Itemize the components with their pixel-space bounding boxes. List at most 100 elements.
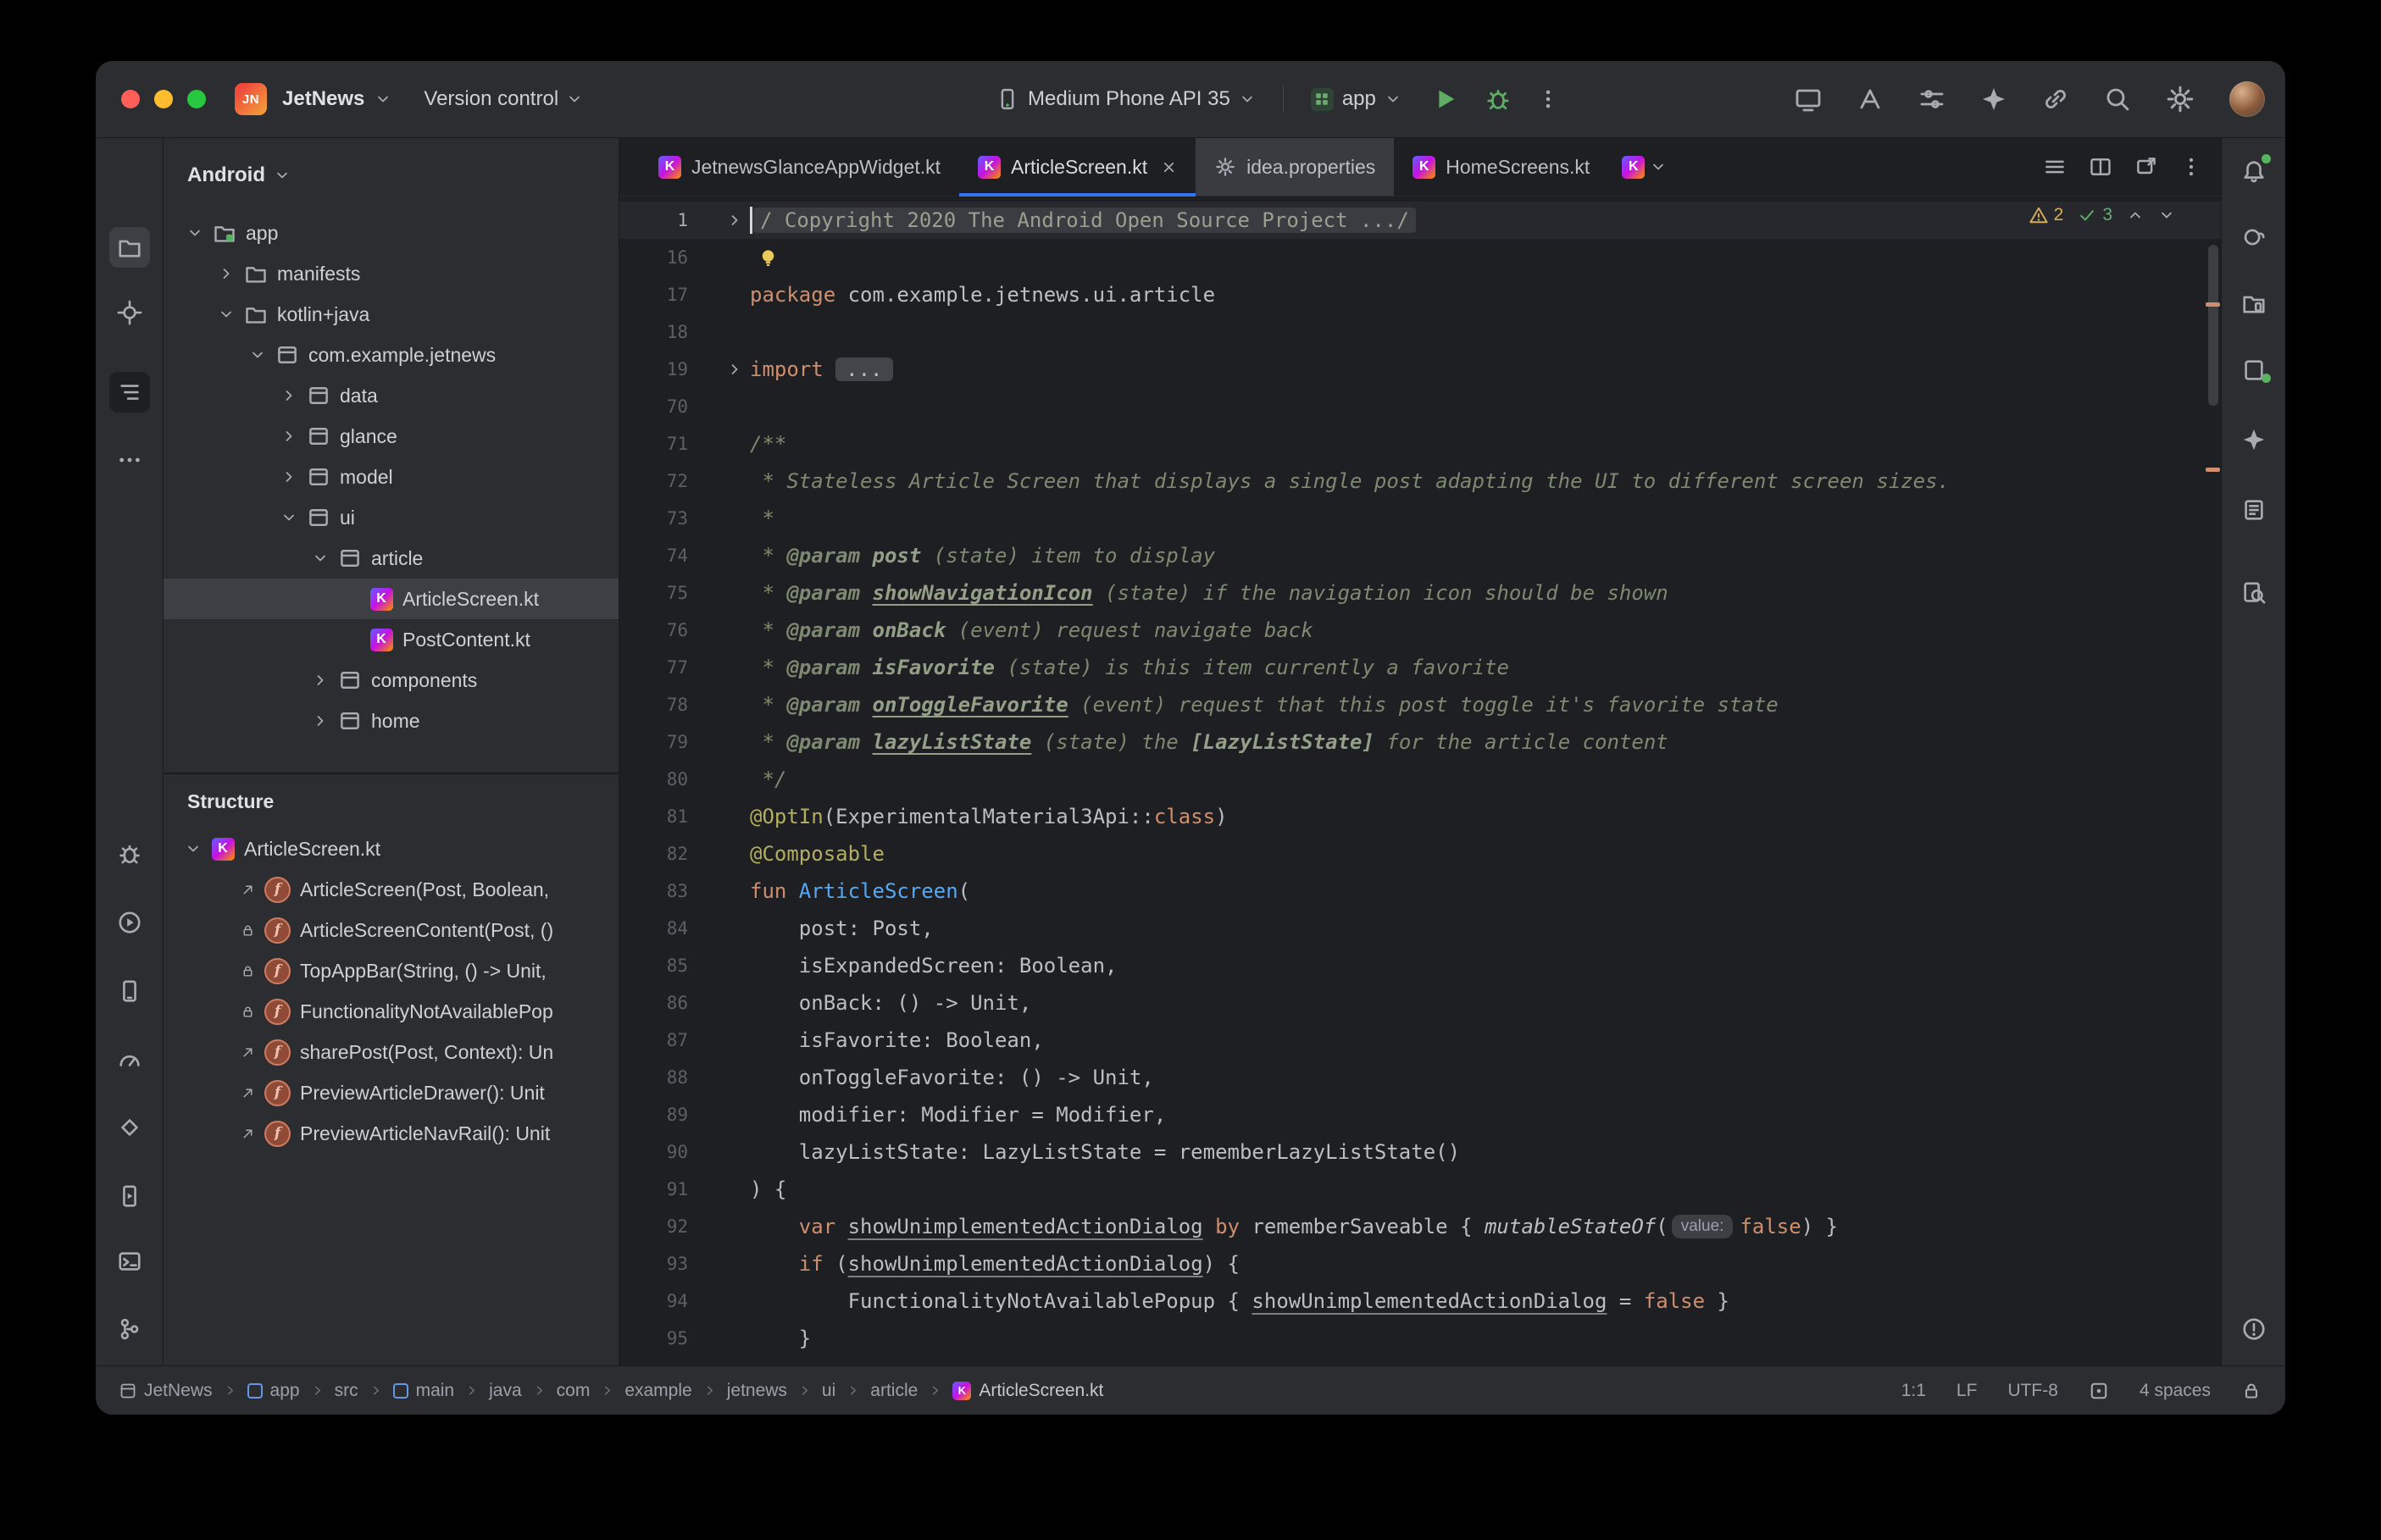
intention-bulb-icon[interactable] bbox=[757, 247, 780, 269]
editor-gutter[interactable]: 75 bbox=[619, 574, 750, 612]
chevron-right-icon[interactable] bbox=[306, 672, 335, 689]
code-editor[interactable]: 2 3 1/ Copyright 2020 The Android Open S… bbox=[619, 197, 2221, 1366]
ai-edits-icon[interactable] bbox=[2234, 490, 2274, 530]
fold-marker-icon[interactable] bbox=[726, 361, 743, 378]
structure-item[interactable]: fPreviewArticleDrawer(): Unit bbox=[164, 1072, 619, 1113]
find-usages-icon[interactable] bbox=[2234, 573, 2274, 613]
code-line-79[interactable]: 79 * @param lazyListState (state) the [L… bbox=[619, 723, 2221, 761]
code-line-88[interactable]: 88 onToggleFavorite: () -> Unit, bbox=[619, 1059, 2221, 1096]
user-avatar[interactable] bbox=[2229, 81, 2265, 117]
view-options-icon[interactable] bbox=[1918, 86, 1945, 113]
readonly-lock-icon[interactable] bbox=[2241, 1381, 2262, 1401]
tree-item-com-example-jetnews[interactable]: com.example.jetnews bbox=[164, 335, 619, 375]
chevron-right-icon[interactable] bbox=[306, 712, 335, 729]
editor-gutter[interactable]: 92 bbox=[619, 1208, 750, 1245]
chevron-right-icon[interactable] bbox=[275, 468, 303, 485]
tree-item-data[interactable]: data bbox=[164, 375, 619, 416]
code-line-76[interactable]: 76 * @param onBack (event) request navig… bbox=[619, 612, 2221, 649]
editor-tab-homescreens-kt[interactable]: KHomeScreens.kt bbox=[1394, 138, 1608, 196]
tree-item-kotlin-java[interactable]: kotlin+java bbox=[164, 294, 619, 335]
debug-button[interactable] bbox=[1485, 86, 1512, 113]
more-run-actions[interactable] bbox=[1537, 88, 1559, 110]
code-line-89[interactable]: 89 modifier: Modifier = Modifier, bbox=[619, 1096, 2221, 1133]
tab-list-icon[interactable] bbox=[2043, 155, 2067, 179]
editor-gutter[interactable]: 70 bbox=[619, 388, 750, 425]
editor-scrollbar[interactable] bbox=[2208, 245, 2218, 406]
terminal-tool-button[interactable] bbox=[109, 1241, 150, 1282]
app-quality-insights-tool-button[interactable] bbox=[109, 1107, 150, 1148]
gemini-icon[interactable] bbox=[2234, 419, 2274, 460]
breadcrumb-item-com[interactable]: com bbox=[557, 1381, 591, 1401]
bug-report-tool-button[interactable] bbox=[109, 834, 150, 874]
structure-item[interactable]: fArticleScreenContent(Post, () bbox=[164, 910, 619, 950]
breadcrumb-item-src[interactable]: src bbox=[335, 1381, 358, 1401]
breadcrumb-item-article[interactable]: article bbox=[870, 1381, 918, 1401]
project-view-selector[interactable]: Android bbox=[164, 138, 619, 213]
code-line-18[interactable]: 18 bbox=[619, 313, 2221, 351]
editor-gutter[interactable]: 95 bbox=[619, 1320, 750, 1357]
run-tool-button[interactable] bbox=[109, 902, 150, 943]
remote-link-icon[interactable] bbox=[2042, 86, 2069, 113]
run-button[interactable] bbox=[1432, 86, 1459, 113]
tree-item-ui[interactable]: ui bbox=[164, 497, 619, 538]
editor-gutter[interactable]: 80 bbox=[619, 761, 750, 798]
editor-gutter[interactable]: 76 bbox=[619, 612, 750, 649]
editor-gutter[interactable]: 83 bbox=[619, 872, 750, 910]
tree-item-app[interactable]: app bbox=[164, 213, 619, 253]
commit-tool-button[interactable] bbox=[109, 292, 150, 333]
warnings-indicator[interactable]: 2 bbox=[2029, 205, 2064, 225]
gemini-spark-icon[interactable] bbox=[1980, 86, 2007, 113]
chevron-down-icon[interactable] bbox=[212, 306, 241, 323]
tree-item-glance[interactable]: glance bbox=[164, 416, 619, 457]
tree-item-article[interactable]: article bbox=[164, 538, 619, 579]
code-line-78[interactable]: 78 * @param onToggleFavorite (event) req… bbox=[619, 686, 2221, 723]
project-tool-button[interactable] bbox=[109, 227, 150, 268]
code-line-16[interactable]: 16 bbox=[619, 239, 2221, 276]
device-mirror-icon[interactable] bbox=[1795, 86, 1822, 113]
editor-tab-articlescreen-kt[interactable]: KArticleScreen.kt bbox=[959, 138, 1196, 196]
structure-root[interactable]: KArticleScreen.kt bbox=[164, 828, 619, 869]
breadcrumb-item-main[interactable]: main bbox=[393, 1381, 455, 1401]
code-line-86[interactable]: 86 onBack: () -> Unit, bbox=[619, 984, 2221, 1022]
chevron-right-icon[interactable] bbox=[212, 265, 241, 282]
code-line-82[interactable]: 82@Composable bbox=[619, 835, 2221, 872]
chevron-down-icon[interactable] bbox=[179, 840, 208, 857]
ok-indicator[interactable]: 3 bbox=[2078, 205, 2112, 225]
split-editor-icon[interactable] bbox=[2089, 155, 2112, 179]
editor-tab-jetnewsglanceappwidget-kt[interactable]: KJetnewsGlanceAppWidget.kt bbox=[640, 138, 959, 196]
code-line-84[interactable]: 84 post: Post, bbox=[619, 910, 2221, 947]
code-line-93[interactable]: 93 if (showUnimplementedActionDialog) { bbox=[619, 1245, 2221, 1282]
code-line-90[interactable]: 90 lazyListState: LazyListState = rememb… bbox=[619, 1133, 2221, 1171]
notifications-bell-icon[interactable] bbox=[2234, 151, 2274, 191]
editor-gutter[interactable]: 93 bbox=[619, 1245, 750, 1282]
project-chevron-icon[interactable] bbox=[375, 91, 391, 108]
warning-tick[interactable] bbox=[2206, 302, 2220, 307]
chevron-down-icon[interactable] bbox=[180, 224, 209, 241]
minimize-button[interactable] bbox=[154, 90, 173, 108]
chevron-down-icon[interactable] bbox=[243, 346, 272, 363]
structure-item[interactable]: fArticleScreen(Post, Boolean, bbox=[164, 869, 619, 910]
code-line-73[interactable]: 73 * bbox=[619, 500, 2221, 537]
more-tool-windows-button[interactable] bbox=[109, 440, 150, 480]
prev-problem-icon[interactable] bbox=[2127, 207, 2144, 224]
fold-marker-icon[interactable] bbox=[726, 212, 743, 229]
encoding-widget[interactable]: UTF-8 bbox=[2007, 1381, 2058, 1401]
code-line-75[interactable]: 75 * @param showNavigationIcon (state) i… bbox=[619, 574, 2221, 612]
run-config-selector[interactable]: app bbox=[1311, 87, 1401, 111]
editor-gutter[interactable]: 17 bbox=[619, 276, 750, 313]
editor-gutter[interactable]: 88 bbox=[619, 1059, 750, 1096]
close-tab-icon[interactable] bbox=[1161, 159, 1177, 175]
structure-item[interactable]: fsharePost(Post, Context): Un bbox=[164, 1032, 619, 1072]
vcs-menu[interactable]: Version control bbox=[424, 87, 583, 111]
editor-gutter[interactable]: 72 bbox=[619, 463, 750, 500]
editor-gutter[interactable]: 19 bbox=[619, 351, 750, 388]
editor-tab-idea-properties[interactable]: idea.properties bbox=[1196, 138, 1394, 196]
search-everywhere-icon[interactable] bbox=[2104, 86, 2131, 113]
tree-item-model[interactable]: model bbox=[164, 457, 619, 497]
editor-more-icon[interactable] bbox=[2180, 156, 2202, 178]
breadcrumb-item-app[interactable]: app bbox=[247, 1381, 300, 1401]
gradle-icon[interactable] bbox=[2234, 216, 2274, 257]
running-devices-icon[interactable] bbox=[2234, 350, 2274, 391]
tree-item-components[interactable]: components bbox=[164, 660, 619, 701]
breadcrumb-item-jetnews[interactable]: JetNews bbox=[119, 1381, 213, 1401]
